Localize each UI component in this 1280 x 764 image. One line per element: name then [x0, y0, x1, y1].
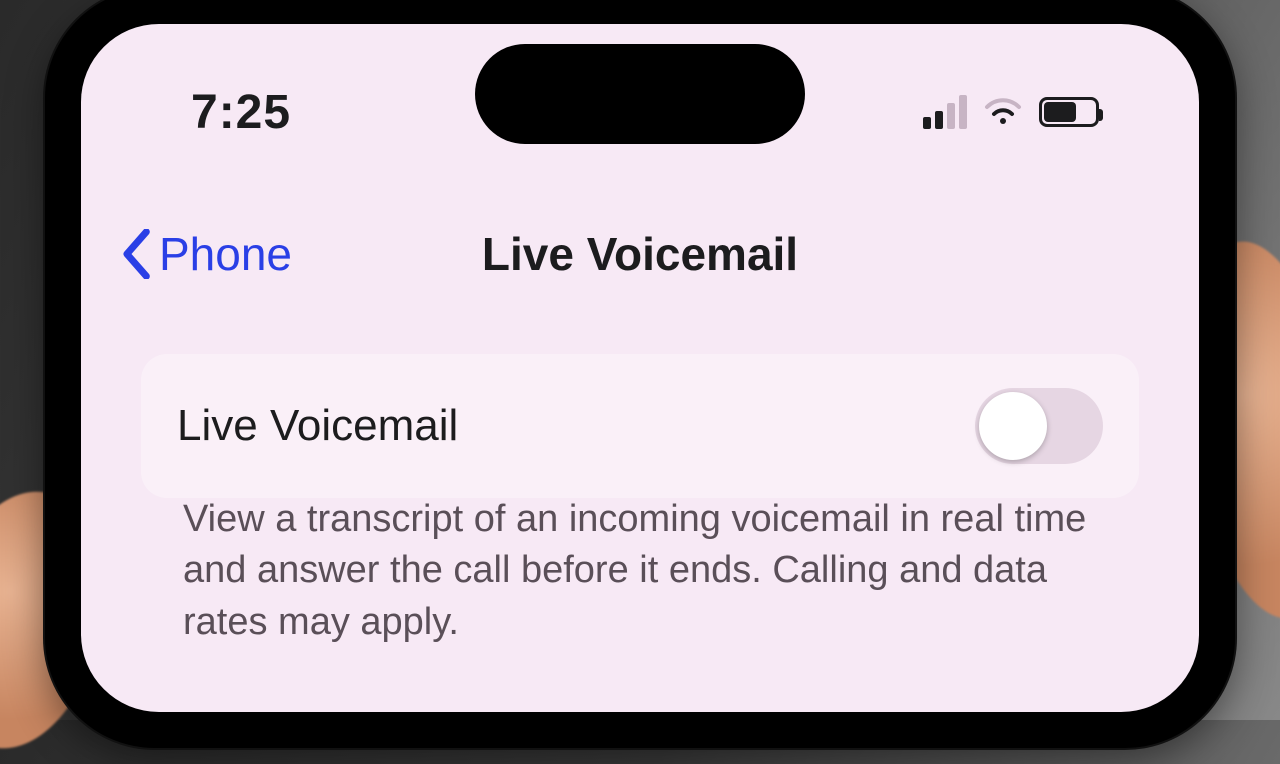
back-button[interactable]: Phone	[121, 227, 292, 281]
setting-label: Live Voicemail	[177, 401, 458, 451]
toggle-knob	[979, 392, 1047, 460]
live-voicemail-toggle[interactable]	[975, 388, 1103, 464]
screen: 7:25 P	[81, 24, 1199, 712]
status-time: 7:25	[191, 85, 291, 140]
battery-icon	[1039, 97, 1099, 127]
status-bar: 7:25	[81, 82, 1199, 142]
setting-description: View a transcript of an incoming voicema…	[183, 494, 1097, 648]
chevron-left-icon	[121, 229, 155, 279]
setting-row-live-voicemail: Live Voicemail	[141, 354, 1139, 498]
wifi-icon	[983, 96, 1023, 128]
phone-frame: 7:25 P	[45, 0, 1235, 748]
cellular-icon	[923, 95, 967, 129]
page-title: Live Voicemail	[482, 227, 798, 281]
nav-bar: Phone Live Voicemail	[81, 214, 1199, 294]
back-label: Phone	[159, 227, 292, 281]
